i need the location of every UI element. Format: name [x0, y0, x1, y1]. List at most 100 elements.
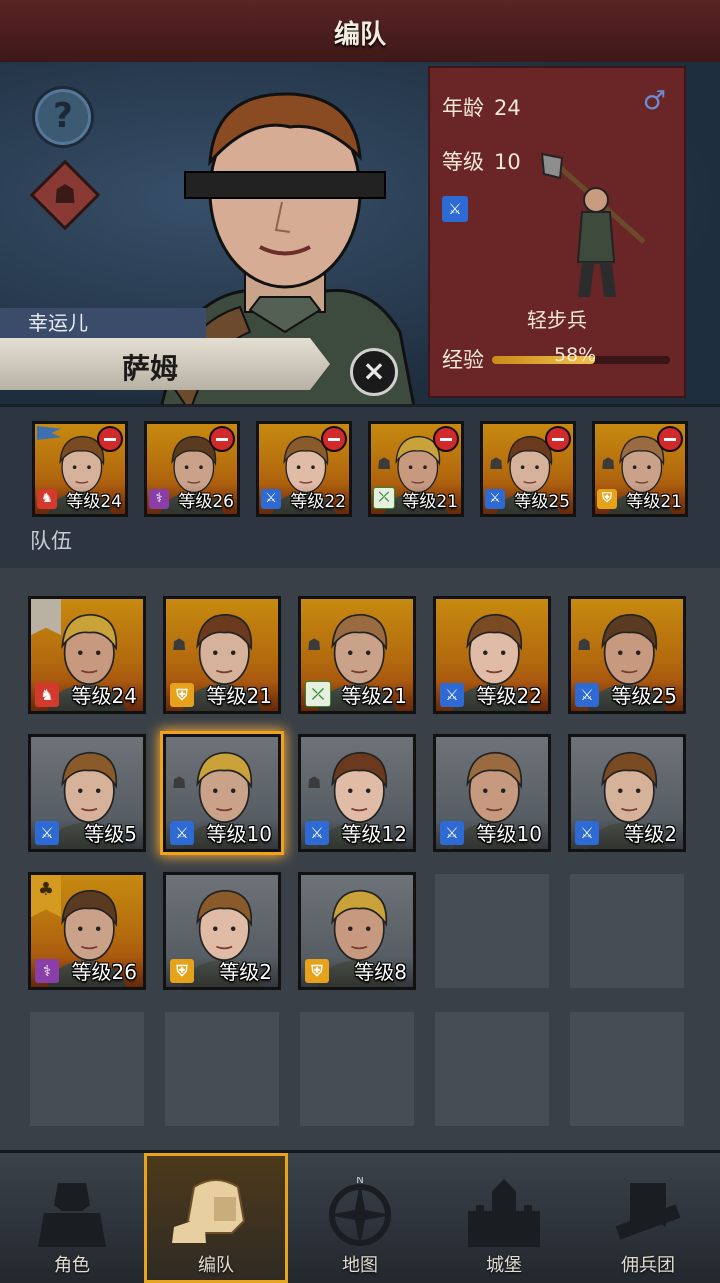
remove-member-button[interactable] — [433, 426, 459, 452]
helmet-icon: ☗ — [601, 454, 616, 473]
shield-class-icon: ⛨ — [170, 959, 194, 983]
level-strip: ♞ 等级24 — [31, 681, 143, 711]
knight-icon — [38, 1183, 106, 1247]
level-strip: ⚕ 等级26 — [147, 484, 237, 514]
squad-member-card[interactable]: ☗ ⛨ 等级21 — [592, 421, 688, 517]
squad-member-card[interactable]: ♞ 等级24 — [32, 421, 128, 517]
helmet-icon: ☗ — [489, 454, 504, 473]
dismiss-button[interactable]: × — [350, 348, 398, 396]
level-value: 10 — [494, 150, 521, 174]
nav-item-formation[interactable]: 编队 — [144, 1153, 288, 1283]
horse-class-icon: ♞ — [37, 489, 57, 509]
nav-item-mercenary[interactable]: 佣兵团 — [576, 1153, 720, 1283]
remove-member-button[interactable] — [545, 426, 571, 452]
roster-card[interactable]: ☗ ⛨ 等级21 — [163, 596, 281, 714]
roster-card[interactable]: ⚔ 等级2 — [568, 734, 686, 852]
level-strip: ⤫ 等级21 — [371, 484, 461, 514]
level-text: 等级24 — [66, 492, 122, 512]
roster-card[interactable]: ♞ 等级24 — [28, 596, 146, 714]
empty-slot — [299, 1011, 415, 1127]
level-text: 等级10 — [476, 822, 542, 846]
formation-helmet-icon — [172, 1179, 246, 1243]
compass-north-label: N — [356, 1177, 363, 1186]
roster-card[interactable]: ⚔ 等级5 — [28, 734, 146, 852]
helmet-icon: ☗ — [377, 454, 392, 473]
roster-card[interactable]: ☗ ⚔ 等级25 — [568, 596, 686, 714]
level-strip: ⚔ 等级5 — [31, 819, 143, 849]
empty-slot — [29, 1011, 145, 1127]
level-text: 等级25 — [611, 684, 677, 708]
question-icon: ? — [53, 96, 73, 136]
remove-member-button[interactable] — [97, 426, 123, 452]
sword-class-icon: ⚔ — [575, 683, 599, 707]
age-row: 年龄 24 — [442, 92, 521, 122]
sword-class-icon: ⚔ — [35, 821, 59, 845]
roster-card[interactable]: ⛨ 等级8 — [298, 872, 416, 990]
level-text: 等级22 — [476, 684, 542, 708]
level-strip: ⚔ 等级12 — [301, 819, 413, 849]
roster-card[interactable]: ♣ ⚕ 等级26 — [28, 872, 146, 990]
staff-class-icon: ⚕ — [35, 959, 59, 983]
remove-member-button[interactable] — [657, 426, 683, 452]
level-text: 等级25 — [514, 492, 570, 512]
squad-label: 队伍 — [30, 529, 72, 553]
nav-item-castle[interactable]: 城堡 — [432, 1153, 576, 1283]
nav-label-castle: 城堡 — [486, 1255, 522, 1276]
hero-panel: ? ☗ 幸运儿 萨姆 × 年龄 24 ♂ 等级 10 ⚔ 轻步兵 经验 58% — [0, 62, 720, 404]
sword-class-icon: ⚔ — [440, 683, 464, 707]
shield-class-icon: ⛨ — [305, 959, 329, 983]
soldier-type-button[interactable]: ☗ — [29, 159, 101, 231]
level-label: 等级 — [442, 150, 484, 174]
empty-slot — [434, 1011, 550, 1127]
nav-item-character[interactable]: 角色 — [0, 1153, 144, 1283]
empty-slot — [434, 873, 550, 989]
squad-member-card[interactable]: ☗ ⤫ 等级21 — [368, 421, 464, 517]
help-button[interactable]: ? — [32, 86, 94, 148]
level-text: 等级26 — [71, 960, 137, 984]
trait-tag: 幸运儿 — [0, 308, 206, 338]
sword-class-icon: ⚔ — [305, 821, 329, 845]
mercenary-banner-icon — [615, 1183, 681, 1240]
nav-label-formation: 编队 — [198, 1255, 234, 1276]
level-text: 等级21 — [206, 684, 272, 708]
roster-card[interactable]: ☗ ⚔ 等级12 — [298, 734, 416, 852]
roster-card[interactable]: ☗ ⤫ 等级21 — [298, 596, 416, 714]
level-text: 等级2 — [219, 960, 272, 984]
level-strip: ⛨ 等级21 — [595, 484, 685, 514]
squad-member-card[interactable]: ☗ ⚔ 等级25 — [480, 421, 576, 517]
helmet-icon: ☗ — [172, 635, 187, 654]
roster-card[interactable]: ⚔ 等级10 — [433, 734, 551, 852]
empty-slot — [569, 873, 685, 989]
squad-member-card[interactable]: ⚕ 等级26 — [144, 421, 240, 517]
level-text: 等级22 — [290, 492, 346, 512]
level-text: 等级26 — [178, 492, 234, 512]
level-row: 等级 10 — [442, 146, 521, 176]
level-text: 等级5 — [84, 822, 137, 846]
nav-item-map[interactable]: N 地图 — [288, 1153, 432, 1283]
level-strip: ⚔ 等级10 — [166, 819, 278, 849]
nav-label-map: 地图 — [342, 1255, 378, 1276]
title-bar: 编队 — [0, 0, 720, 65]
empty-slot — [164, 1011, 280, 1127]
xp-label: 经验 — [442, 348, 484, 372]
squad-member-card[interactable]: ⚔ 等级22 — [256, 421, 352, 517]
level-strip: ⚔ 等级10 — [436, 819, 548, 849]
bottom-nav: 角色 编队 N 地图 城堡 佣兵团 — [0, 1150, 720, 1283]
roster-card[interactable]: ☗ ⚔ 等级10 — [163, 734, 281, 852]
stats-card: 年龄 24 ♂ 等级 10 ⚔ 轻步兵 经验 58% — [428, 66, 686, 398]
bow-class-icon: ⤫ — [305, 681, 331, 707]
level-strip: ⚔ 等级22 — [436, 681, 548, 711]
page-title: 编队 — [333, 20, 386, 50]
helmet-icon: ☗ — [307, 635, 322, 654]
remove-member-button[interactable] — [321, 426, 347, 452]
roster-card[interactable]: ⚔ 等级22 — [433, 596, 551, 714]
remove-member-button[interactable] — [209, 426, 235, 452]
nav-label-mercenary: 佣兵团 — [621, 1255, 675, 1276]
level-strip: ⚕ 等级26 — [31, 957, 143, 987]
roster-card[interactable]: ⛨ 等级2 — [163, 872, 281, 990]
nav-label-character: 角色 — [54, 1255, 90, 1276]
bow-class-icon: ⤫ — [373, 487, 395, 509]
level-strip: ⛨ 等级21 — [166, 681, 278, 711]
hero-name-banner: 萨姆 — [0, 338, 330, 390]
sword-class-icon: ⚔ — [575, 821, 599, 845]
